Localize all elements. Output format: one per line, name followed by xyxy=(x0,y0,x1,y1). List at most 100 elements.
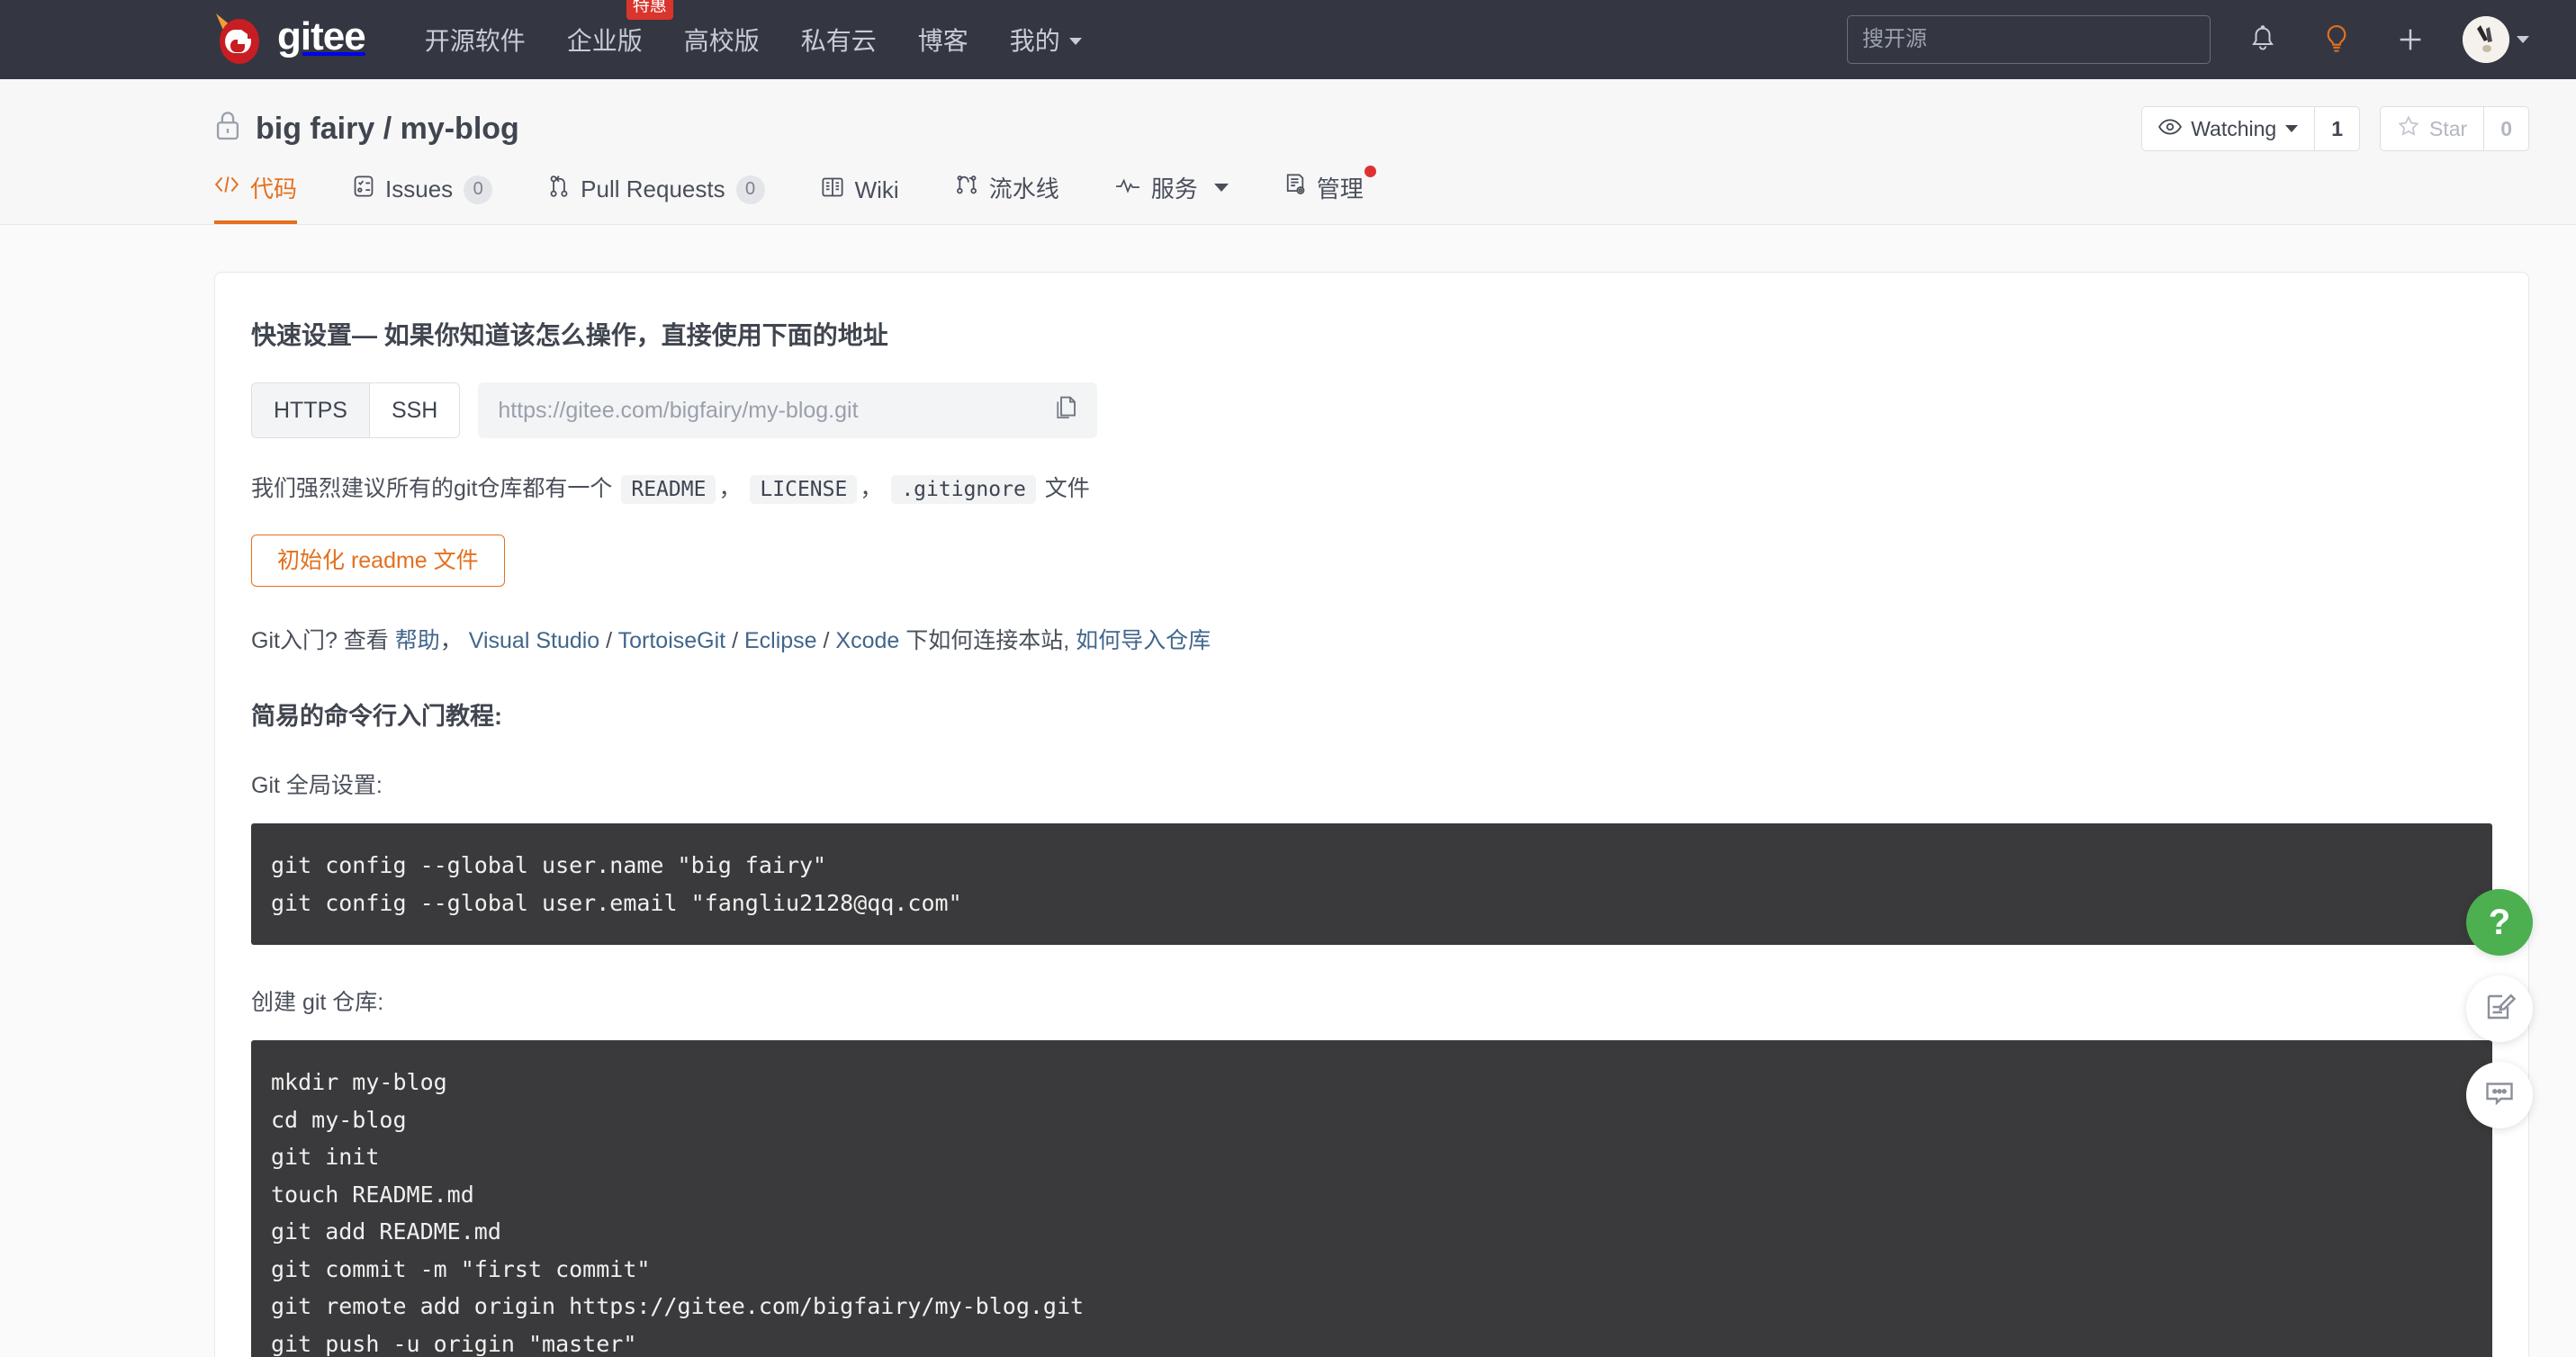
eye-icon xyxy=(2158,117,2183,141)
wiki-icon xyxy=(821,176,844,204)
nav-private-cloud[interactable]: 私有云 xyxy=(801,18,877,61)
global-config-label: Git 全局设置: xyxy=(251,773,383,798)
code-icon xyxy=(214,174,239,202)
sep-comma-1: ， xyxy=(718,476,742,501)
notification-dot xyxy=(1364,166,1376,177)
gitee-home-link[interactable]: gitee xyxy=(214,12,366,67)
git-intro-middle: 下如何连接本站, xyxy=(905,628,1070,653)
tortoisegit-link[interactable]: TortoiseGit xyxy=(618,628,725,653)
global-config-code-block[interactable]: git config --global user.name "big fairy… xyxy=(251,823,2492,945)
top-navigation-bar: gitee 开源软件 企业版 特惠 高校版 私有云 博客 我的 xyxy=(0,0,2576,79)
chat-bubble-icon xyxy=(2483,1077,2516,1114)
tab-pull-requests[interactable]: Pull Requests 0 xyxy=(548,160,765,224)
tab-services-label: 服务 xyxy=(1150,175,1198,202)
page-body: 快速设置— 如果你知道该怎么操作，直接使用下面的地址 HTTPS SSH htt… xyxy=(0,225,2576,1357)
pr-count: 0 xyxy=(735,175,765,204)
nav-enterprise[interactable]: 企业版 特惠 xyxy=(566,0,673,61)
gitignore-chip: .gitignore xyxy=(891,475,1036,504)
help-fab[interactable]: ? xyxy=(2466,889,2533,956)
sep-comma-2: ， xyxy=(860,476,883,501)
create-repo-code-block[interactable]: mkdir my-blog cd my-blog git init touch … xyxy=(251,1040,2492,1357)
tab-pr-label: Pull Requests xyxy=(581,175,725,202)
star-count[interactable]: 0 xyxy=(2483,106,2529,151)
license-chip: LICENSE xyxy=(750,475,858,504)
git-intro-prefix: Git入门? 查看 xyxy=(251,628,389,653)
plus-icon[interactable] xyxy=(2389,18,2432,61)
quick-setup-card: 快速设置— 如果你知道该怎么操作，直接使用下面的地址 HTTPS SSH htt… xyxy=(214,272,2529,1357)
clone-url-field[interactable]: https://gitee.com/bigfairy/my-blog.git xyxy=(478,382,1098,438)
star-label: Star xyxy=(2429,116,2468,140)
chevron-down-icon xyxy=(1213,184,1229,192)
edit-note-icon xyxy=(2483,991,2517,1028)
floating-action-buttons: ? xyxy=(2466,889,2533,1128)
nav-blog[interactable]: 博客 xyxy=(918,18,968,61)
tab-pipeline[interactable]: 流水线 xyxy=(955,157,1059,224)
repository-full-name: big fairy / my-blog xyxy=(256,111,519,146)
star-button[interactable]: Star xyxy=(2380,106,2484,151)
services-icon xyxy=(1115,174,1140,202)
slash-1: / xyxy=(606,628,613,653)
watch-button[interactable]: Watching xyxy=(2141,106,2315,151)
user-menu[interactable] xyxy=(2463,16,2529,63)
lock-icon xyxy=(214,109,241,149)
tab-code[interactable]: 代码 xyxy=(214,157,298,224)
tab-wiki[interactable]: Wiki xyxy=(821,162,899,224)
protocol-https-button[interactable]: HTTPS xyxy=(251,382,369,438)
import-repo-link[interactable]: 如何导入仓库 xyxy=(1076,628,1211,653)
chat-fab[interactable] xyxy=(2466,1062,2533,1128)
repository-title-row: big fairy / my-blog Watching 1 Star 0 xyxy=(214,79,2529,157)
tutorial-heading: 简易的命令行入门教程: xyxy=(251,703,502,730)
bell-icon[interactable] xyxy=(2241,18,2284,61)
init-readme-row: 初始化 readme 文件 xyxy=(251,535,2492,623)
feedback-fab[interactable] xyxy=(2466,975,2533,1042)
nav-open-source[interactable]: 开源软件 xyxy=(425,18,526,61)
star-icon xyxy=(2397,114,2420,143)
nav-enterprise-label: 企业版 xyxy=(566,27,643,55)
protocol-ssh-button[interactable]: SSH xyxy=(368,382,461,438)
xcode-link[interactable]: Xcode xyxy=(835,628,899,653)
quick-setup-inner: 快速设置— 如果你知道该怎么操作，直接使用下面的地址 HTTPS SSH htt… xyxy=(215,316,2528,1357)
repository-header: big fairy / my-blog Watching 1 Star 0 代码… xyxy=(0,79,2576,225)
nav-mine[interactable]: 我的 xyxy=(1010,18,1082,61)
manage-icon xyxy=(1284,173,1306,202)
readme-chip: README xyxy=(621,475,716,504)
issues-count: 0 xyxy=(464,175,493,204)
visual-studio-link[interactable]: Visual Studio xyxy=(469,628,599,653)
repository-tabs: 代码 Issues 0 Pull Requests 0 Wiki 流水线 服务 … xyxy=(214,157,2529,224)
clone-url-row: HTTPS SSH https://gitee.com/bigfairy/my-… xyxy=(251,382,2492,438)
search-input[interactable] xyxy=(1847,15,2211,64)
create-repo-label: 创建 git 仓库: xyxy=(251,990,384,1015)
tab-manage-label: 管理 xyxy=(1316,175,1364,202)
copy-icon[interactable] xyxy=(1054,395,1077,427)
primary-nav-links: 开源软件 企业版 特惠 高校版 私有云 博客 我的 xyxy=(425,0,1082,61)
eclipse-link[interactable]: Eclipse xyxy=(744,628,817,653)
recommend-suffix: 文件 xyxy=(1044,476,1090,501)
init-readme-button[interactable]: 初始化 readme 文件 xyxy=(251,535,505,587)
help-link[interactable]: 帮助 xyxy=(395,628,440,653)
tab-code-label: 代码 xyxy=(250,175,298,202)
recommended-files-line: 我们强烈建议所有的git仓库都有一个 README， LICENSE， .git… xyxy=(251,471,2492,504)
recommend-prefix: 我们强烈建议所有的git仓库都有一个 xyxy=(251,476,613,501)
watch-label: Watching xyxy=(2191,116,2277,140)
lightbulb-icon[interactable] xyxy=(2315,18,2358,61)
promo-badge: 特惠 xyxy=(626,0,673,20)
tab-services[interactable]: 服务 xyxy=(1115,157,1229,224)
pull-request-icon xyxy=(548,175,570,204)
git-intro-sep1: ， xyxy=(439,628,463,653)
tab-issues[interactable]: Issues 0 xyxy=(353,160,493,224)
watch-count[interactable]: 1 xyxy=(2314,106,2361,151)
nav-education[interactable]: 高校版 xyxy=(684,18,760,61)
page-title: big fairy / my-blog xyxy=(214,109,519,149)
tab-pipeline-label: 流水线 xyxy=(988,175,1059,202)
tab-manage[interactable]: 管理 xyxy=(1284,157,1376,224)
question-mark-icon: ? xyxy=(2488,902,2511,942)
chevron-down-icon xyxy=(2517,36,2529,43)
git-intro-line: Git入门? 查看 帮助， Visual Studio / TortoiseGi… xyxy=(251,623,2492,655)
tab-wiki-label: Wiki xyxy=(854,176,899,203)
clone-url-text: https://gitee.com/bigfairy/my-blog.git xyxy=(498,397,859,423)
avatar xyxy=(2463,16,2509,63)
quick-setup-title: 快速设置— 如果你知道该怎么操作，直接使用下面的地址 xyxy=(251,321,888,349)
star-button-group: Star 0 xyxy=(2380,106,2529,151)
pipeline-icon xyxy=(955,173,978,202)
watch-button-group: Watching 1 xyxy=(2141,106,2361,151)
